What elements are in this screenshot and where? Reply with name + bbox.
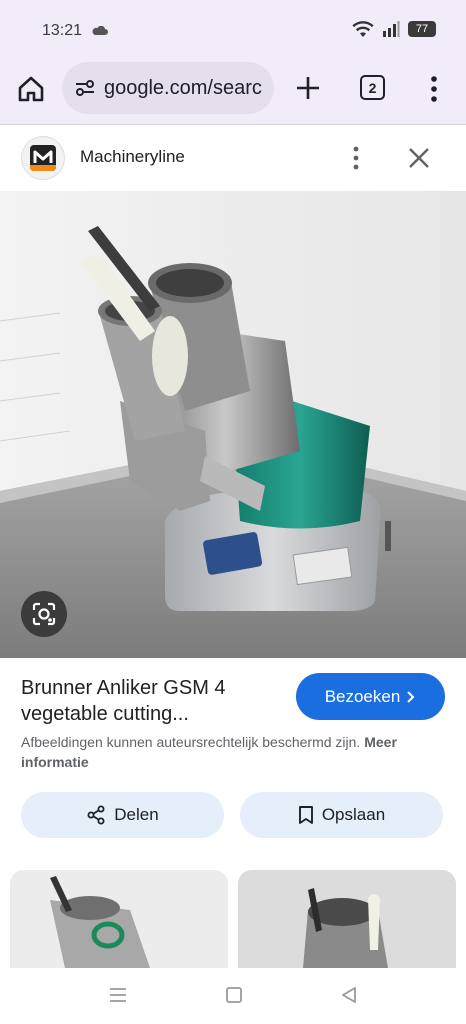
status-bar: 13:21 77	[0, 0, 466, 58]
status-time: 13:21	[42, 22, 83, 39]
result-header: Machineryline	[0, 125, 466, 191]
lens-button[interactable]	[21, 591, 67, 637]
url-text: google.com/searc	[104, 76, 262, 99]
plus-icon[interactable]	[294, 74, 322, 102]
recents-icon[interactable]	[108, 986, 128, 1004]
tabs-icon[interactable]: 2	[360, 75, 385, 100]
site-name[interactable]: Machineryline	[80, 147, 185, 167]
visit-button[interactable]: Bezoeken	[296, 673, 445, 720]
share-label: Delen	[114, 805, 159, 824]
cloud-icon	[92, 26, 108, 35]
close-icon[interactable]	[406, 145, 432, 171]
browser-toolbar: google.com/searc 2	[0, 58, 466, 124]
visit-label: Bezoeken	[324, 686, 401, 706]
signal-icon	[383, 21, 400, 37]
related-photo-2	[238, 870, 456, 968]
chevron-right-icon	[407, 690, 415, 703]
product-image[interactable]	[0, 191, 466, 658]
battery-icon: 77	[408, 21, 436, 37]
home-icon[interactable]	[16, 74, 46, 104]
product-photo	[0, 191, 466, 658]
share-button[interactable]: Delen	[21, 792, 224, 838]
status-icons: 77	[352, 20, 436, 38]
bookmark-icon	[298, 806, 313, 824]
related-image-2[interactable]	[238, 870, 456, 968]
save-label: Opslaan	[321, 805, 386, 824]
related-image-1[interactable]	[10, 870, 228, 968]
lens-icon	[32, 602, 56, 626]
disclaimer-text: Afbeeldingen kunnen auteursrechtelijk be…	[21, 734, 361, 750]
more-vert-icon[interactable]	[424, 74, 444, 104]
address-bar[interactable]: google.com/searc	[62, 62, 274, 114]
wifi-icon	[352, 21, 374, 37]
home-nav-icon[interactable]	[225, 986, 243, 1004]
site-logo	[21, 136, 65, 180]
tune-icon[interactable]	[74, 78, 96, 98]
save-button[interactable]: Opslaan	[240, 792, 443, 838]
copyright-notice: Afbeeldingen kunnen auteursrechtelijk be…	[21, 732, 441, 772]
related-photo-1	[10, 870, 228, 968]
system-nav-bar	[0, 968, 466, 1024]
back-icon[interactable]	[340, 986, 358, 1004]
more-vert-icon[interactable]	[348, 145, 364, 171]
result-title[interactable]: Brunner Anliker GSM 4 vegetable cutting.…	[21, 675, 281, 727]
share-icon	[87, 805, 105, 825]
